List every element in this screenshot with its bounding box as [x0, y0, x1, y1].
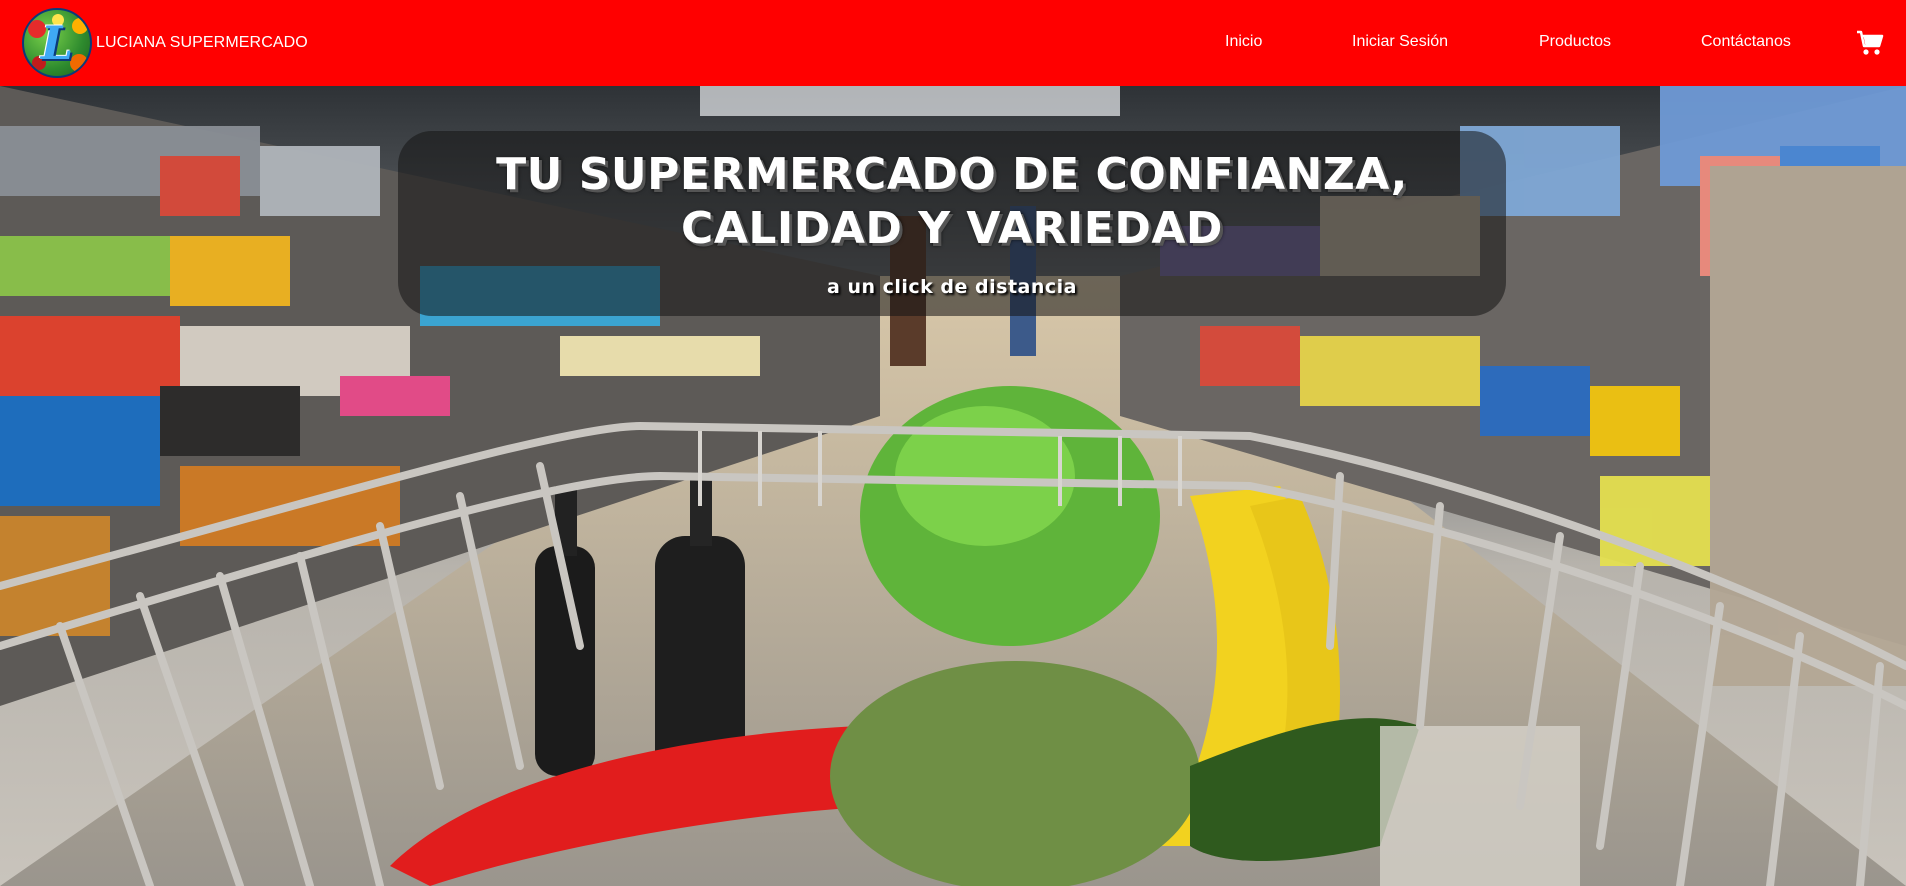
- nav-menu: Inicio Iniciar Sesión Productos Contácta…: [0, 0, 1906, 86]
- hero-section: TU SUPERMERCADO DE CONFIANZA, CALIDAD Y …: [0, 86, 1906, 886]
- hero-subtitle: a un click de distancia: [827, 276, 1077, 298]
- nav-link-contactanos[interactable]: Contáctanos: [1701, 33, 1791, 51]
- nav-link-productos[interactable]: Productos: [1539, 33, 1611, 51]
- navbar: L LUCIANA SUPERMERCADO Inicio Iniciar Se…: [0, 0, 1906, 86]
- hero-title: TU SUPERMERCADO DE CONFIANZA, CALIDAD Y …: [496, 148, 1408, 256]
- hero-banner: TU SUPERMERCADO DE CONFIANZA, CALIDAD Y …: [398, 131, 1506, 316]
- hero-title-line2: CALIDAD Y VARIEDAD: [681, 203, 1223, 254]
- hero-title-line1: TU SUPERMERCADO DE CONFIANZA,: [496, 149, 1408, 200]
- nav-link-inicio[interactable]: Inicio: [1225, 33, 1262, 51]
- shopping-cart-icon[interactable]: [1856, 30, 1884, 56]
- nav-link-iniciar-sesion[interactable]: Iniciar Sesión: [1352, 33, 1448, 51]
